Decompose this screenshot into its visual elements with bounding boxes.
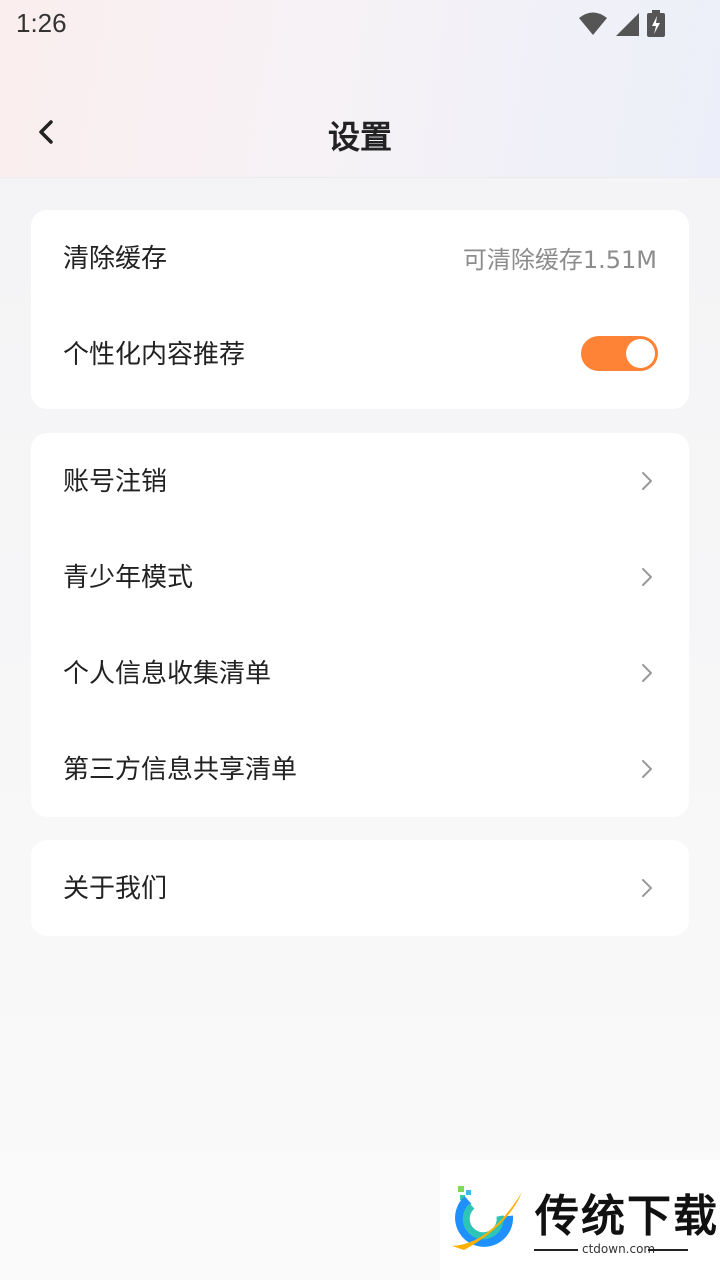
- settings-card-account: 账号注销 青少年模式 个人信息收集清单 第三方信息共享清单: [31, 433, 689, 817]
- about-us-row[interactable]: 关于我们: [31, 840, 689, 936]
- watermark-domain: ctdown.com: [582, 1242, 656, 1256]
- third-party-sharing-label: 第三方信息共享清单: [63, 755, 298, 785]
- personalized-recommendation-toggle[interactable]: [581, 336, 658, 371]
- chevron-right-icon: [639, 876, 655, 900]
- watermark: 传统下载 ctdown.com: [440, 1160, 720, 1280]
- youth-mode-label: 青少年模式: [63, 563, 194, 593]
- status-time: 1:26: [16, 8, 67, 38]
- cache-size-value: 可清除缓存1.51M: [462, 246, 657, 274]
- third-party-sharing-row[interactable]: 第三方信息共享清单: [31, 721, 689, 817]
- wifi-icon: [578, 11, 608, 41]
- settings-card-general: 清除缓存 可清除缓存1.51M 个性化内容推荐: [31, 210, 689, 409]
- chevron-right-icon: [639, 565, 655, 589]
- clear-cache-row[interactable]: 清除缓存 可清除缓存1.51M: [31, 210, 689, 306]
- youth-mode-row[interactable]: 青少年模式: [31, 529, 689, 625]
- app-header: 设置: [0, 90, 720, 176]
- about-us-label: 关于我们: [63, 874, 168, 904]
- clear-cache-label: 清除缓存: [63, 244, 168, 274]
- toggle-knob: [626, 339, 655, 368]
- watermark-logo-icon: [450, 1186, 526, 1260]
- signal-icon: [614, 11, 640, 41]
- battery-charging-icon: [646, 10, 666, 42]
- personalized-recommendation-label: 个性化内容推荐: [63, 340, 246, 370]
- personal-info-list-row[interactable]: 个人信息收集清单: [31, 625, 689, 721]
- header-divider: [0, 177, 720, 178]
- watermark-divider-right: [648, 1249, 688, 1251]
- page-title: 设置: [327, 118, 392, 156]
- chevron-right-icon: [639, 757, 655, 781]
- watermark-brand-name: 传统下载: [535, 1191, 719, 1242]
- settings-card-about: 关于我们: [31, 840, 689, 936]
- account-cancellation-label: 账号注销: [63, 467, 168, 497]
- status-icons: [578, 10, 666, 42]
- status-bar: 1:26: [0, 0, 720, 50]
- chevron-right-icon: [639, 661, 655, 685]
- chevron-right-icon: [639, 469, 655, 493]
- personalized-recommendation-row: 个性化内容推荐: [31, 306, 689, 402]
- watermark-divider-left: [534, 1249, 578, 1251]
- personal-info-list-label: 个人信息收集清单: [63, 659, 272, 689]
- account-cancellation-row[interactable]: 账号注销: [31, 433, 689, 529]
